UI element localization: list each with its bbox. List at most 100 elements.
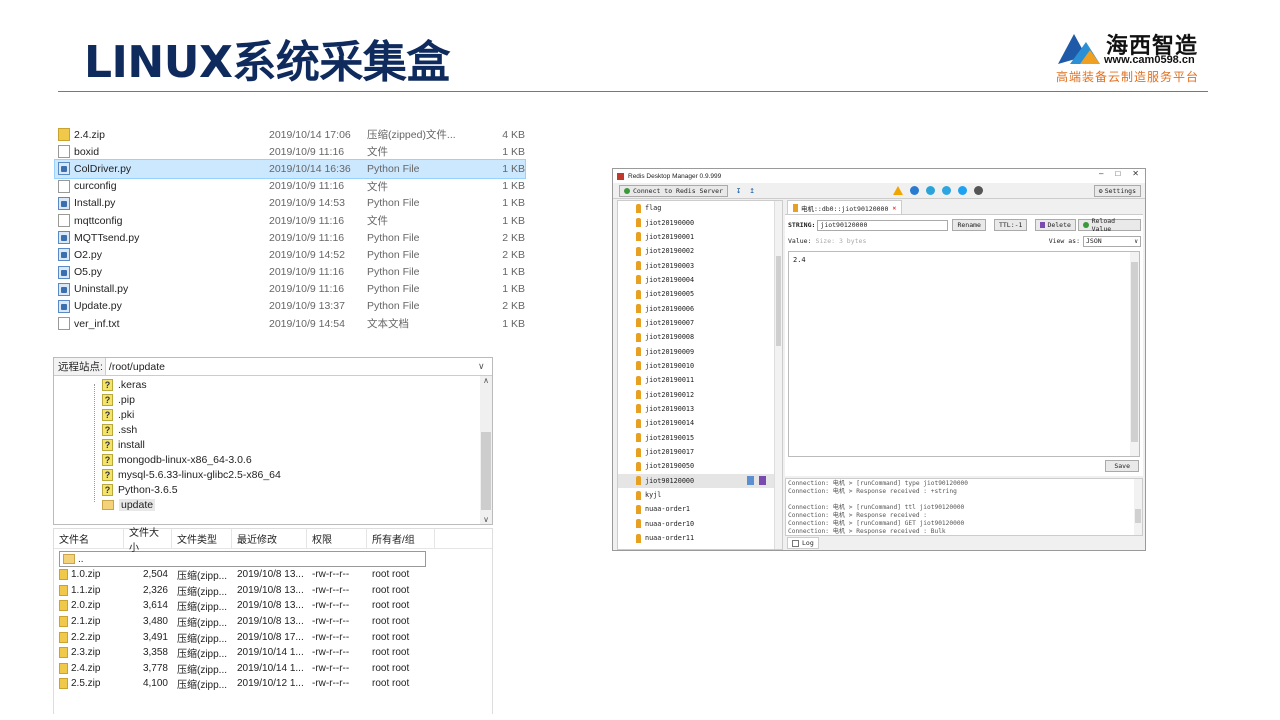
log-checkbox[interactable] xyxy=(792,539,799,547)
tree-item[interactable]: ? .keras xyxy=(102,377,147,392)
key-item[interactable]: kyjl xyxy=(618,488,782,502)
key-item[interactable]: nuaa-order1 xyxy=(618,502,782,516)
value-editor[interactable]: 2.4 xyxy=(788,251,1140,457)
reload-value-button[interactable]: Reload Value xyxy=(1077,217,1141,233)
github-icon[interactable] xyxy=(974,186,983,195)
tree-item[interactable]: ? .pip xyxy=(102,392,135,407)
key-item[interactable]: jiot20190011 xyxy=(618,373,782,387)
column-header[interactable]: 权限 xyxy=(307,529,367,548)
tab-key[interactable]: 电机::db0::jiot90120000 ✕ xyxy=(787,200,903,214)
column-header[interactable]: 文件类型 xyxy=(172,529,232,548)
warning-icon[interactable] xyxy=(893,186,903,195)
tree-item[interactable]: ? .ssh xyxy=(102,422,137,437)
tree-item[interactable]: ? mongodb-linux-x86_64-3.0.6 xyxy=(102,452,252,467)
key-item[interactable]: jiot20190009 xyxy=(618,344,782,358)
delete-button[interactable]: Delete xyxy=(1035,219,1076,231)
tree-item[interactable]: ? Python-3.6.5 xyxy=(102,482,178,497)
key-item[interactable]: jiot20190010 xyxy=(618,359,782,373)
editor-scrollbar[interactable] xyxy=(1130,252,1139,456)
log-tab[interactable]: Log xyxy=(787,537,819,549)
tree-item[interactable]: update xyxy=(102,497,156,512)
key-item[interactable]: nuaa-order10 xyxy=(618,517,782,531)
file-row[interactable]: Update.py 2019/10/9 13:37 Python File 2 KB xyxy=(55,298,525,315)
scroll-thumb[interactable] xyxy=(776,256,781,346)
key-item[interactable]: jiot20190013 xyxy=(618,402,782,416)
key-item[interactable]: jiot20190004 xyxy=(618,273,782,287)
log-scrollbar[interactable] xyxy=(1134,479,1142,535)
scroll-thumb[interactable] xyxy=(481,432,491,510)
save-button[interactable]: Save xyxy=(1105,460,1139,472)
key-item[interactable]: jiot20190017 xyxy=(618,445,782,459)
export-icon[interactable]: ↥ xyxy=(749,186,754,196)
scroll-thumb[interactable] xyxy=(1131,262,1138,442)
key-name-input[interactable]: jiot90120000 xyxy=(817,219,949,231)
remote-tree-scrollbar[interactable]: ∧ ∨ xyxy=(480,376,492,524)
close-icon[interactable]: ✕ xyxy=(1132,169,1139,178)
trash-icon[interactable] xyxy=(759,476,766,486)
file-row[interactable]: curconfig 2019/10/9 11:16 文件 1 KB xyxy=(55,178,525,195)
key-item[interactable]: jiot90120000 xyxy=(618,473,782,488)
key-item[interactable]: jiot20190050 xyxy=(618,459,782,473)
tree-item[interactable]: ? install xyxy=(102,437,145,452)
table-row[interactable]: 2.4.zip 3,778 压缩(zipp... 2019/10/14 1... -rw… xyxy=(54,661,492,677)
tree-item[interactable]: ? mysql-5.6.33-linux-glibc2.5-x86_64 xyxy=(102,467,281,482)
key-item[interactable]: jiot20190002 xyxy=(618,244,782,258)
table-row[interactable]: 2.1.zip 3,480 压缩(zipp... 2019/10/8 13... -rw… xyxy=(54,614,492,630)
key-item[interactable]: flag xyxy=(618,201,782,215)
table-row[interactable]: 2.3.zip 3,358 压缩(zipp... 2019/10/14 1... -rw… xyxy=(54,645,492,661)
scroll-thumb[interactable] xyxy=(1135,509,1141,523)
key-item[interactable]: jiot20190006 xyxy=(618,301,782,315)
parent-dir-row[interactable]: .. xyxy=(59,551,426,567)
file-row[interactable]: MQTTsend.py 2019/10/9 11:16 Python File 2 K… xyxy=(55,229,525,246)
key-item[interactable]: jiot20190008 xyxy=(618,330,782,344)
file-row[interactable]: O5.py 2019/10/9 11:16 Python File 1 KB xyxy=(55,264,525,281)
key-tree-scrollbar[interactable] xyxy=(774,201,782,549)
ttl-button[interactable]: TTL:-1 xyxy=(993,219,1028,231)
table-row[interactable]: 1.1.zip 2,326 压缩(zipp... 2019/10/8 13... -rw… xyxy=(54,583,492,599)
twitter-icon[interactable] xyxy=(958,186,967,195)
file-row[interactable]: Install.py 2019/10/9 14:53 Python File 1 KB xyxy=(55,195,525,212)
file-row[interactable]: 2.4.zip 2019/10/14 17:06 压缩(zipped)文件... 4 … xyxy=(55,126,525,143)
edit-icon[interactable] xyxy=(747,476,754,486)
file-row[interactable]: mqttconfig 2019/10/9 11:16 文件 1 KB xyxy=(55,212,525,229)
chevron-down-icon[interactable]: ∨ xyxy=(478,361,492,372)
view-as-select[interactable]: JSON ∨ xyxy=(1083,235,1141,247)
tab-close-icon[interactable]: ✕ xyxy=(892,204,896,212)
key-item[interactable]: jiot20190012 xyxy=(618,387,782,401)
scroll-down-icon[interactable]: ∨ xyxy=(480,515,492,524)
file-row[interactable]: ver_inf.txt 2019/10/9 14:54 文本文档 1 KB xyxy=(55,315,525,332)
remote-path-input[interactable]: /root/update xyxy=(106,361,478,373)
telegram-icon[interactable] xyxy=(942,186,951,195)
key-item[interactable]: jiot20190003 xyxy=(618,258,782,272)
value-text[interactable]: 2.4 xyxy=(793,256,806,264)
column-header[interactable]: 最近修改 xyxy=(232,529,307,548)
maximize-icon[interactable]: □ xyxy=(1115,169,1120,178)
key-item[interactable]: nuaa-order11 xyxy=(618,531,782,545)
key-item[interactable]: jiot20190005 xyxy=(618,287,782,301)
table-row[interactable]: 1.0.zip 2,504 压缩(zipp... 2019/10/8 13... -rw… xyxy=(54,567,492,583)
import-icon[interactable]: ↧ xyxy=(736,186,741,196)
key-item[interactable]: jiot20190000 xyxy=(618,215,782,229)
table-row[interactable]: 2.5.zip 4,100 压缩(zipp... 2019/10/12 1... -rw… xyxy=(54,676,492,692)
help-icon[interactable] xyxy=(910,186,919,195)
file-row[interactable]: Uninstall.py 2019/10/9 11:16 Python File 1 … xyxy=(55,281,525,298)
scroll-up-icon[interactable]: ∧ xyxy=(480,376,492,385)
file-row[interactable]: boxid 2019/10/9 11:16 文件 1 KB xyxy=(55,143,525,160)
connect-button[interactable]: Connect to Redis Server xyxy=(619,184,729,197)
minimize-icon[interactable]: – xyxy=(1099,169,1103,178)
settings-button[interactable]: ⚙ Settings xyxy=(1093,185,1141,197)
file-row[interactable]: O2.py 2019/10/9 14:52 Python File 2 KB xyxy=(55,246,525,263)
table-row[interactable]: 2.2.zip 3,491 压缩(zipp... 2019/10/8 17... -rw… xyxy=(54,629,492,645)
column-header[interactable]: 所有者/组 xyxy=(367,529,435,548)
table-row[interactable]: 2.0.zip 3,614 压缩(zipp... 2019/10/8 13... -rw… xyxy=(54,598,492,614)
rename-button[interactable]: Rename xyxy=(952,219,986,231)
column-header[interactable]: 文件大小 xyxy=(124,528,172,554)
key-item[interactable]: jiot20190007 xyxy=(618,316,782,330)
chat-icon[interactable] xyxy=(926,186,935,195)
tree-item[interactable]: ? .pki xyxy=(102,407,134,422)
file-row[interactable]: ColDriver.py 2019/10/14 16:36 Python File 1… xyxy=(54,159,526,179)
column-header[interactable]: 文件名 xyxy=(54,529,124,548)
key-item[interactable]: jiot20190015 xyxy=(618,431,782,445)
key-item[interactable]: jiot20190014 xyxy=(618,416,782,430)
key-item[interactable]: jiot20190001 xyxy=(618,230,782,244)
